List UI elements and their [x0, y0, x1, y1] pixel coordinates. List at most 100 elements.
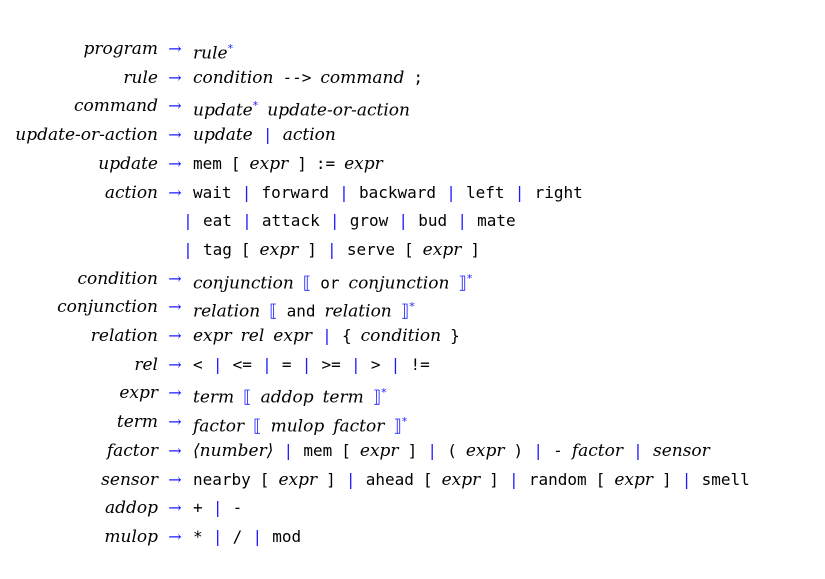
arrow-symbol: → — [168, 125, 182, 145]
rule-lhs: conjunction — [57, 297, 158, 318]
terminal: + — [193, 498, 203, 518]
repetition-bracket: ⟦ — [253, 416, 262, 437]
terminal: } — [450, 326, 460, 345]
arrow-symbol: → — [168, 153, 182, 173]
terminal: = — [281, 354, 292, 374]
rule-rhs: + | - — [193, 494, 242, 522]
alternative-bar: | — [303, 354, 310, 374]
nonterminal: factor — [333, 416, 385, 437]
arrow-symbol: → — [168, 67, 182, 87]
terminal: [ — [404, 239, 414, 259]
terminal: > — [370, 354, 381, 374]
rule-lhs: term — [116, 412, 158, 433]
arrow-symbol: → — [168, 297, 182, 317]
terminal: tag — [203, 239, 232, 259]
kleene-star: * — [381, 386, 387, 400]
terminal: != — [410, 354, 430, 374]
rule-lhs: rule — [123, 67, 158, 88]
terminal: left — [466, 182, 505, 202]
terminal: <= — [232, 354, 252, 374]
nonterminal: relation — [324, 301, 392, 322]
arrow-symbol: → — [168, 498, 182, 518]
arrow-symbol: → — [168, 440, 182, 460]
nonterminal: action — [282, 125, 336, 146]
alternative-bar: | — [185, 239, 191, 259]
arrow-symbol: → — [168, 39, 182, 58]
terminal: < — [193, 354, 203, 374]
terminal: or — [320, 273, 340, 293]
rule-rhs: expr rel expr | {condition} — [193, 322, 460, 350]
terminal: - — [232, 498, 243, 518]
terminal: grow — [349, 211, 389, 231]
nonterminal: condition — [193, 67, 274, 88]
kleene-star: * — [227, 42, 234, 55]
nonterminal: factor — [193, 416, 245, 437]
repetition-bracket: ⟧ — [400, 301, 410, 322]
terminal: ahead — [365, 469, 414, 489]
nonterminal: expr — [278, 469, 318, 490]
nonterminal: sensor — [652, 440, 710, 461]
arrow-symbol: → — [168, 354, 182, 374]
nonterminal: condition — [360, 326, 442, 346]
repetition-bracket: ⟧ — [458, 273, 467, 294]
terminal: forward — [261, 182, 329, 202]
rule-rhs: | eat | attack | grow | bud | mate — [173, 207, 516, 235]
terminal: ) — [513, 440, 524, 460]
nonterminal: addop — [260, 388, 314, 409]
alternative-bar: | — [459, 211, 465, 231]
rule-lhs: action — [104, 182, 158, 203]
kleene-star: * — [401, 415, 408, 429]
nonterminal: expr — [259, 239, 299, 260]
nonterminal: expr — [249, 153, 289, 174]
alternative-bar: | — [516, 182, 523, 202]
nonterminal: expr — [193, 326, 232, 346]
terminal: random — [528, 469, 587, 489]
alternative-bar: | — [324, 326, 330, 345]
rule-lhs: relation — [90, 326, 158, 346]
kleene-star: * — [466, 271, 473, 285]
terminal: ; — [413, 67, 423, 87]
terminal: [ — [595, 469, 606, 489]
nonterminal: conjunction — [193, 273, 294, 294]
terminal: ] — [297, 153, 307, 173]
arrow-symbol: → — [168, 383, 182, 403]
alternative-bar: | — [329, 239, 335, 259]
rule-lhs: sensor — [101, 469, 158, 490]
terminal: smell — [701, 469, 750, 489]
rule-rhs: nearby [expr] | ahead [expr] | random [expr] | sm… — [193, 466, 750, 494]
rule-rhs: < | <= | = | >= | > | != — [193, 351, 430, 379]
rule-lhs: command — [74, 96, 158, 117]
nonterminal: term — [322, 388, 364, 409]
alternative-bar: | — [254, 526, 260, 546]
alternative-bar: | — [511, 469, 517, 489]
alternative-bar: | — [448, 182, 454, 202]
alternative-bar: | — [683, 469, 690, 489]
kleene-star: * — [409, 300, 415, 314]
terminal: { — [341, 326, 352, 345]
alternative-bar: | — [353, 354, 359, 374]
rule-lhs: mulop — [104, 526, 158, 547]
nonterminal: expr — [344, 153, 383, 174]
arrow-symbol: → — [168, 412, 182, 432]
repetition-bracket: ⟧ — [372, 388, 382, 409]
nonterminal: factor — [571, 440, 623, 461]
terminal: mate — [477, 211, 516, 231]
alternative-bar: | — [244, 211, 250, 231]
alternative-bar: | — [214, 526, 221, 546]
nonterminal: expr — [614, 469, 653, 490]
terminal: --> — [282, 67, 312, 87]
arrow-symbol: → — [168, 96, 182, 116]
alternative-bar: | — [185, 211, 191, 231]
terminal: and — [286, 301, 316, 321]
terminal: ] — [407, 440, 418, 460]
rule-rhs: * | / | mod — [193, 523, 301, 551]
alternative-bar: | — [341, 182, 347, 202]
rule-rhs: condition --> command; — [193, 64, 423, 92]
repetition-bracket: ⟦ — [269, 301, 278, 322]
alternative-bar: | — [265, 125, 271, 145]
rule-rhs: | tag [expr] | serve [expr] — [173, 236, 480, 264]
repetition-bracket: ⟧ — [393, 416, 402, 437]
alternative-bar: | — [535, 440, 541, 460]
terminal: ] — [470, 239, 480, 259]
terminal: [ — [422, 469, 433, 489]
